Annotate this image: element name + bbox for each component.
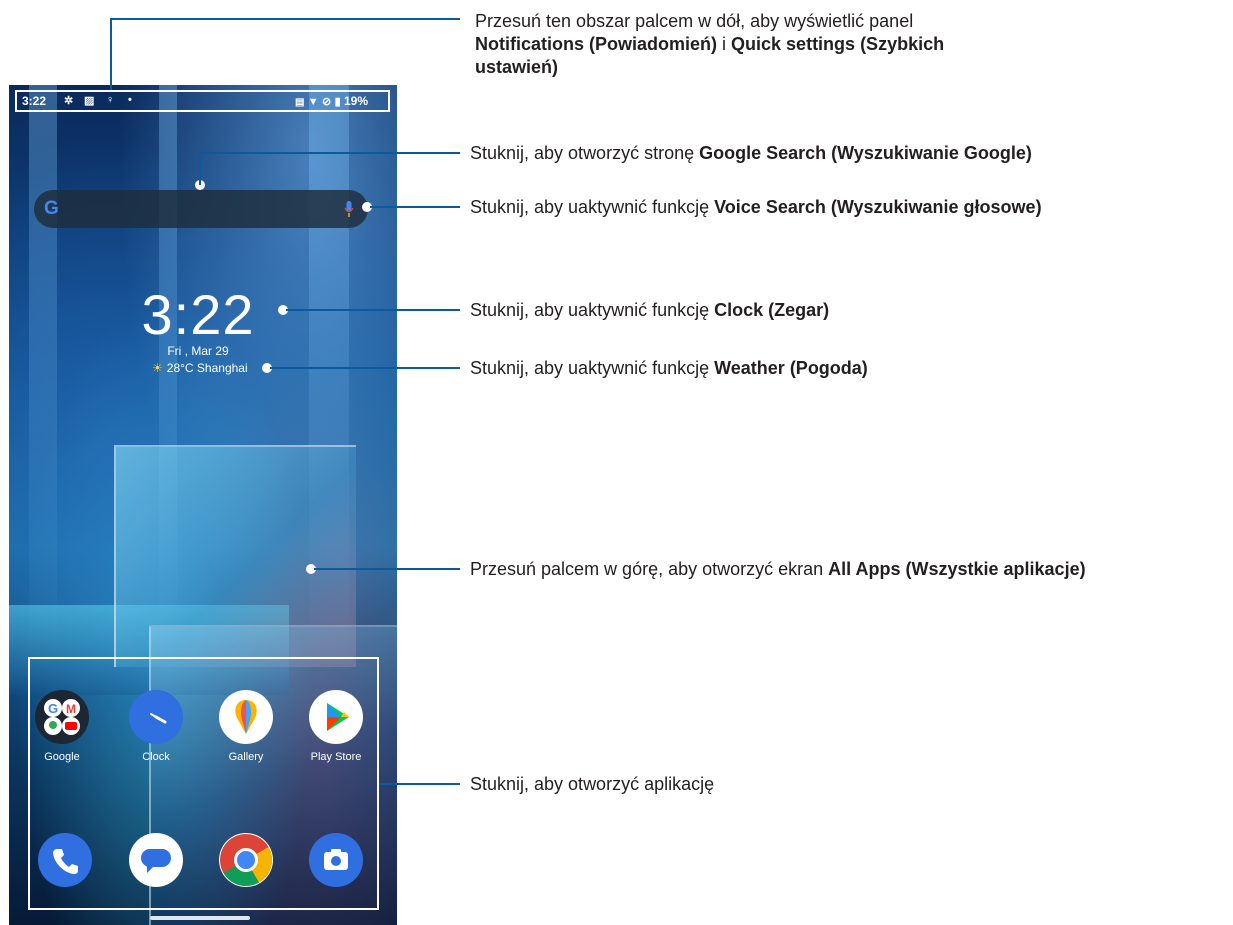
phone-icon [38,833,92,887]
annotation-all-apps: Przesuń palcem w górę, aby otworzyć ekra… [470,559,1086,579]
app-label: Gallery [228,751,264,763]
callout-line [270,367,460,369]
google-folder-icon: G M [35,690,89,744]
callout-line [110,18,112,90]
callout-line [370,206,460,208]
messages-icon [129,833,183,887]
annotation-voice-search: Stuknij, aby uaktywnić funkcję Voice Sea… [470,197,1042,217]
dock-chrome[interactable] [206,833,286,887]
no-sim-icon: ⊘ [322,96,332,108]
callout-line [199,152,201,185]
gesture-nav-bar[interactable] [150,916,250,920]
weather-text: 28°C Shanghai [166,361,248,375]
status-right: ▤ ▼ ⊘ ▮ 19% [295,94,368,108]
dot-icon: • [128,94,132,106]
status-bar[interactable]: 3:22 ✲ ▨ ♀ • ▤ ▼ ⊘ ▮ 19% [22,92,382,110]
svg-text:G: G [48,701,58,716]
callout-line [379,783,460,785]
bulb-icon: ♀ [106,94,115,106]
callout-line [199,152,460,154]
gallery-icon [219,690,273,744]
settings-gear-icon: ✲ [64,95,74,107]
mic-icon[interactable] [344,201,354,217]
wallpaper-stripe [29,85,57,673]
google-logo-icon: G [44,198,59,219]
dock-messages[interactable] [116,833,196,887]
callout-line [110,18,460,20]
image-icon: ▨ [84,95,95,107]
app-google-folder[interactable]: G M Google [22,690,102,763]
dock-camera[interactable] [296,833,376,887]
clock-widget-date[interactable]: Fri , Mar 29 [118,344,278,358]
status-time: 3:22 [22,94,47,108]
clock-icon [129,690,183,744]
app-clock[interactable]: Clock [116,690,196,763]
callout-line [286,309,460,311]
app-label: Clock [142,751,170,763]
clock-widget-time[interactable]: 3:22 [118,282,278,347]
chrome-icon [219,833,273,887]
app-gallery[interactable]: Gallery [206,690,286,763]
annotation-google-search: Stuknij, aby otworzyć stronę Google Sear… [470,143,1032,163]
app-play-store[interactable]: Play Store [296,690,376,763]
sun-icon: ☀ [152,361,163,375]
battery-icon: ▮ [334,96,341,108]
camera-icon [309,833,363,887]
battery-percent: 19% [343,94,368,108]
annotation-open-app: Stuknij, aby otworzyć aplikację [470,774,715,794]
google-search-bar[interactable]: G [34,190,368,228]
app-label: Google [44,751,80,763]
dock-phone[interactable] [25,833,105,887]
annotation-clock: Stuknij, aby uaktywnić funkcję Clock (Ze… [470,300,830,320]
svg-text:M: M [66,702,76,716]
wifi-icon: ▼ [307,96,319,108]
nfc-icon: ▤ [294,97,305,108]
annotation-notifications: Przesuń ten obszar palcem w dół, aby wyś… [475,11,945,77]
play-store-icon [309,690,363,744]
app-label: Play Store [310,751,362,763]
annotation-weather: Stuknij, aby uaktywnić funkcję Weather (… [470,358,868,378]
callout-line [314,568,460,570]
weather-widget[interactable]: ☀ 28°C Shanghai [152,361,248,375]
